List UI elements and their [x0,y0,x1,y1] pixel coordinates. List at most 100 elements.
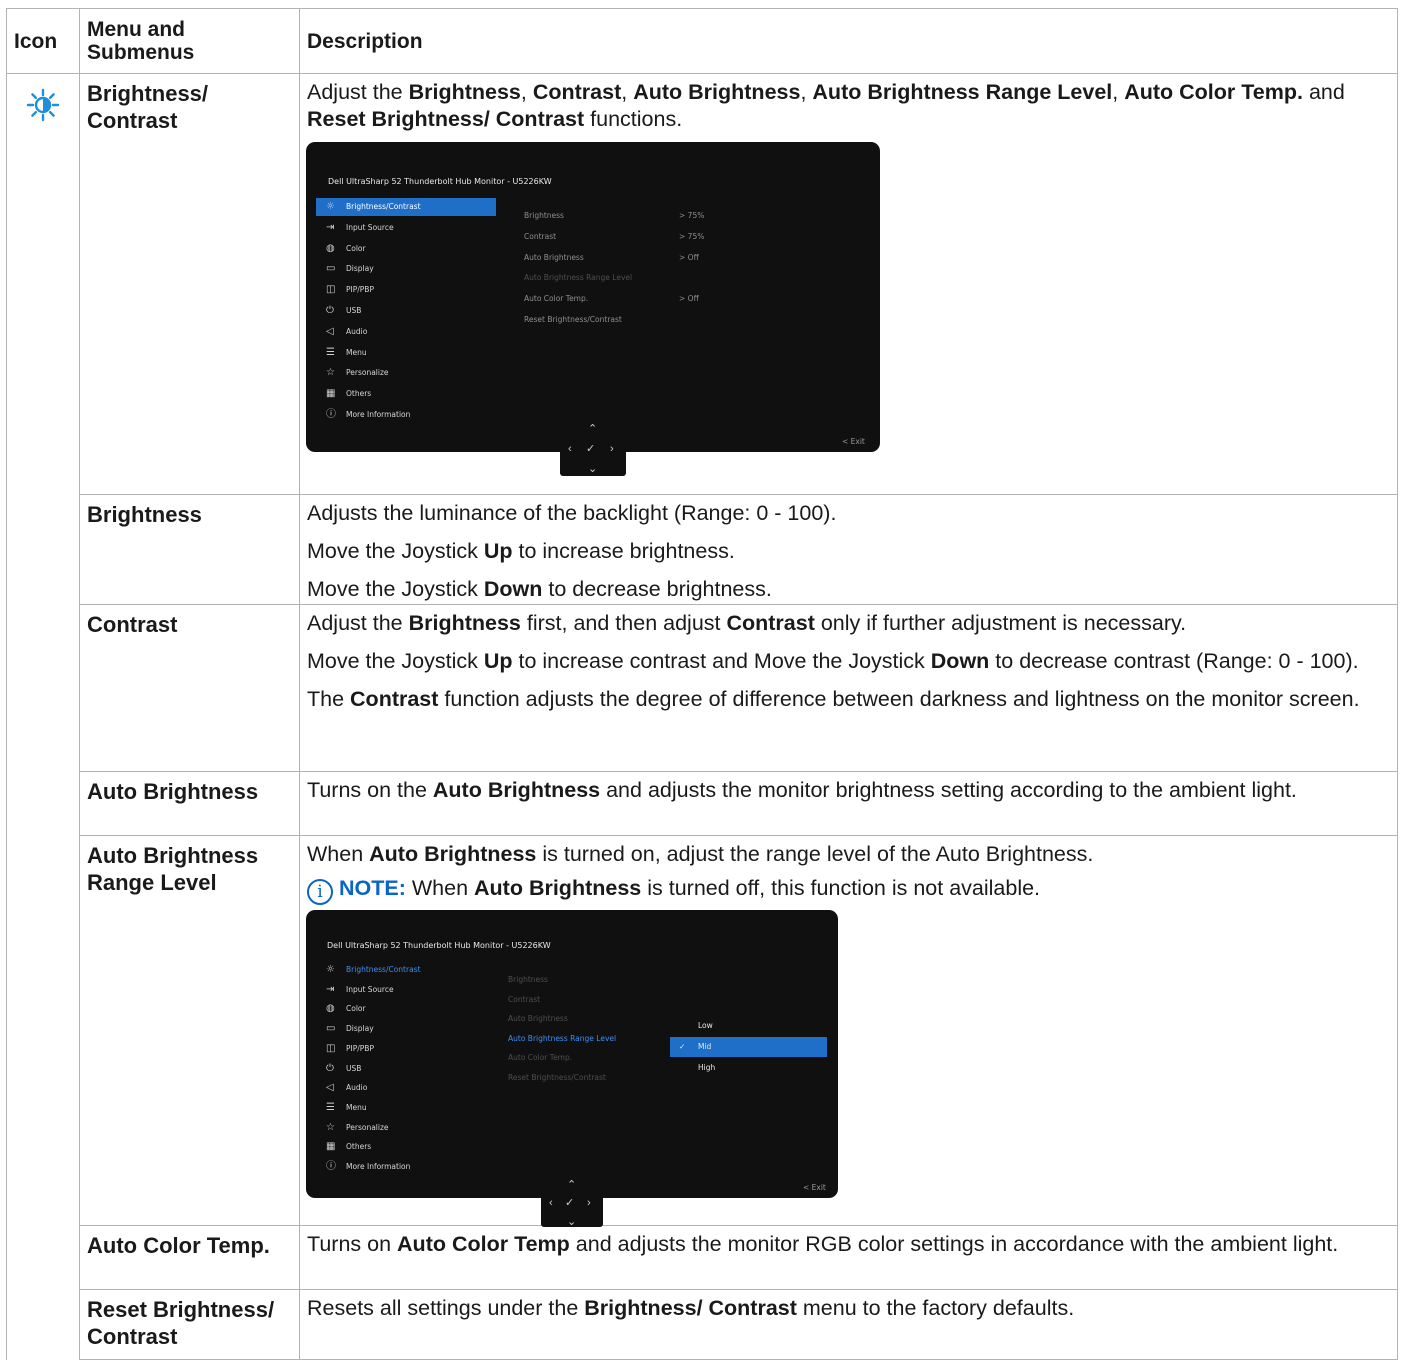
osd-menu-item[interactable]: ◫ PIP/PBP [316,1040,486,1058]
others-icon: ▦ [326,388,336,400]
joystick-guide[interactable]: ⌃ ‹ ✓ › ⌄ [541,1167,603,1228]
desc-brightness-contrast: Adjust the Brightness, Contrast, Auto Br… [299,73,1398,495]
menu-brightness-contrast: Brightness/ Contrast [79,73,300,495]
exit-button[interactable]: < Exit [842,428,865,455]
note: i NOTE: When Auto Brightness is turned of… [307,875,1389,905]
joystick-guide[interactable]: ⌃ ‹ ✓ › ⌄ [560,410,626,476]
icon-cell [6,604,80,772]
input-source-icon: ⇥ [326,983,335,995]
osd-submenu-value: > Off [679,252,699,262]
osd-menu-label: Brightness/Contrast [346,202,421,211]
range-option[interactable]: ✓ Mid [670,1037,827,1057]
osd-menu-label: Input Source [346,984,394,994]
osd-menu-label: USB [346,306,362,315]
osd-menu-item[interactable]: ☼ Brightness/Contrast [316,961,486,979]
desc-brightness: Adjusts the luminance of the backlight (… [299,494,1398,605]
desc-auto-brightness: Turns on the Auto Brightness and adjusts… [299,771,1398,836]
osd-menu-item[interactable]: ◍ Color [316,1000,486,1018]
osd-title: Dell UltraSharp 52 Thunderbolt Hub Monit… [328,177,552,186]
header-description: Description [299,8,1398,74]
osd-menu-item[interactable]: ◫ PIP/PBP [316,281,496,299]
others-icon: ▦ [326,1141,336,1153]
osd-menu-item[interactable]: ⓘ More Information [316,406,496,424]
osd-menu-label: PIP/PBP [346,1043,374,1053]
left-arrow-icon: ‹ [568,443,572,455]
brightness-icon: ☼ [326,201,335,212]
info-icon: ⓘ [326,409,336,420]
osd-menu-item[interactable]: ☼ Brightness/Contrast [316,198,496,216]
icon-cell [6,494,80,605]
osd-menu-item[interactable]: ☆ Personalize [316,364,496,382]
osd-menu-item[interactable]: ▦ Others [316,385,496,403]
icon-cell [6,835,80,1226]
rich-text: Turns on the Auto Brightness and adjusts… [307,778,1297,802]
color-icon: ◍ [326,242,335,254]
osd-menu-item[interactable]: ▦ Others [316,1138,486,1156]
rich-text: When Auto Brightness is turned off, this… [411,876,1041,900]
icon-cell [6,1289,80,1360]
rich-text: The Contrast function adjusts the degree… [307,687,1360,711]
osd-menu-item[interactable]: ⇥ Input Source [316,219,496,237]
exit-button[interactable]: < Exit [803,1174,826,1201]
osd-menu-item[interactable]: ◁ Audio [316,1079,486,1097]
menu-icon: ☰ [326,1101,335,1113]
osd-window: Dell UltraSharp 52 Thunderbolt Hub Monit… [306,142,880,452]
star-icon: ☆ [326,367,335,379]
osd-menu-item[interactable]: ▭ Display [316,260,496,278]
osd-menu-label: Color [346,1004,366,1014]
osd-window: Dell UltraSharp 52 Thunderbolt Hub Monit… [306,910,838,1198]
osd-menu-item[interactable]: ⓘ More Information [316,1158,486,1176]
desc-contrast: Adjust the Brightness first, and then ad… [299,604,1398,772]
range-option-label: Low [698,1021,713,1030]
icon-cell [6,771,80,836]
rich-text: Move the Joystick Up to increase brightn… [307,539,735,563]
star-icon: ☆ [326,1121,335,1133]
osd-menu-item[interactable]: ☰ Menu [316,1099,486,1117]
pip-icon: ◫ [326,1042,336,1054]
osd-menu-label: Brightness/Contrast [346,965,421,974]
osd-menu-item[interactable]: ⏻ USB [316,302,496,320]
osd-submenu-value: > Off [679,294,699,304]
osd-menu-label: Menu [346,1102,367,1112]
range-option-label: Mid [698,1042,712,1051]
right-arrow-icon: › [610,443,614,455]
osd-menu-label: Audio [346,326,368,336]
osd-menu-label: Others [346,1142,372,1152]
brightness-sun-icon [26,88,60,122]
usb-icon: ⏻ [326,305,334,316]
down-arrow-icon: ⌄ [588,463,598,475]
osd-menu-item[interactable]: ☰ Menu [316,344,496,362]
info-icon: i [307,879,333,905]
osd-menu-label: Others [346,389,372,399]
range-option[interactable]: High [670,1058,827,1078]
check-icon: ✓ [679,1042,686,1051]
rich-text: Move the Joystick Down to decrease brigh… [307,577,772,601]
osd-menu-item[interactable]: ⇥ Input Source [316,981,486,999]
osd-menu-label: USB [346,1063,362,1073]
osd-menu-item[interactable]: ☆ Personalize [316,1119,486,1137]
osd-screenshot-2: Dell UltraSharp 52 Thunderbolt Hub Monit… [306,905,1389,1228]
osd-submenu-item[interactable]: Reset Brightness/Contrast [508,1064,606,1091]
range-option[interactable]: Low [670,1016,827,1036]
rich-text: Turns on Auto Color Temp and adjusts the… [307,1232,1339,1256]
osd-submenu-item[interactable]: Reset Brightness/Contrast [524,306,622,333]
brightness-icon: ☼ [326,964,335,975]
osd-menu-label: Personalize [346,368,389,378]
icon-cell [6,1225,80,1290]
rich-text: Adjust the Brightness, Contrast, Auto Br… [307,80,1345,131]
display-icon: ▭ [326,263,336,275]
usb-icon: ⏻ [326,1062,334,1074]
menu-auto-brightness: Auto Brightness [79,771,300,836]
note-label: NOTE: [339,876,406,900]
table-header-row: Icon Menu and Submenus Description [6,8,1398,74]
osd-menu-item[interactable]: ◍ Color [316,240,496,258]
osd-menu-item[interactable]: ▭ Display [316,1020,486,1038]
osd-menu-item[interactable]: ⏻ USB [316,1060,486,1078]
menu-brightness: Brightness [79,494,300,605]
desc-auto-color-temp: Turns on Auto Color Temp and adjusts the… [299,1225,1398,1290]
osd-menu-item[interactable]: ◁ Audio [316,323,496,341]
osd-title: Dell UltraSharp 52 Thunderbolt Hub Monit… [327,941,551,950]
menu-auto-brightness-range-level: Auto Brightness Range Level [79,835,300,1226]
menu-contrast: Contrast [79,604,300,772]
header-menu: Menu and Submenus [79,8,300,74]
